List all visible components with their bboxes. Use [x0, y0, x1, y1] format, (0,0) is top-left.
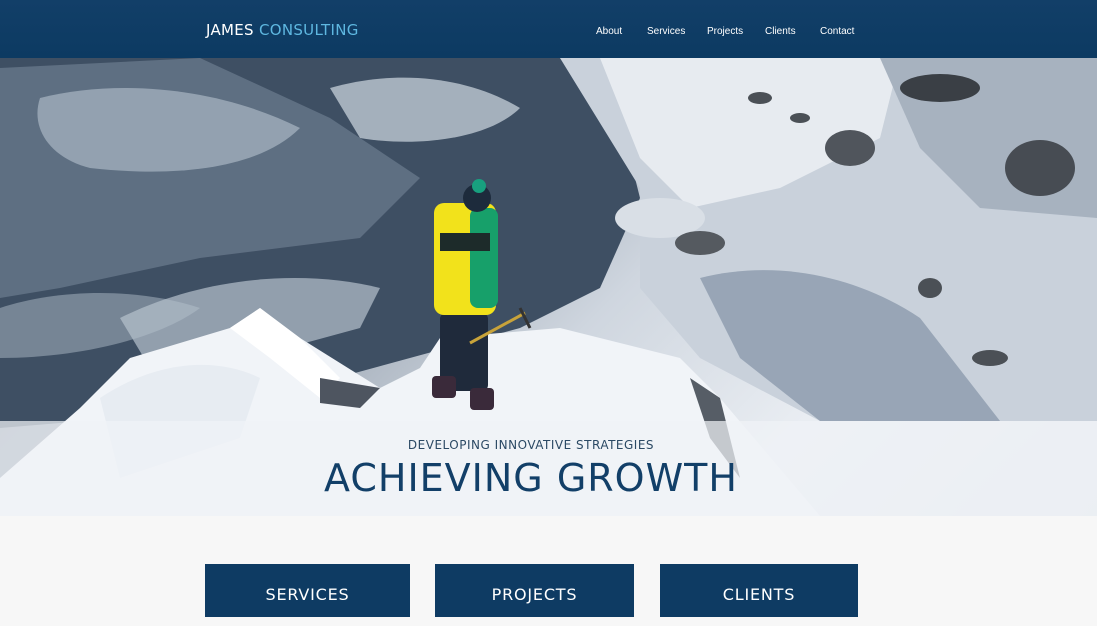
nav-projects[interactable]: Projects — [707, 26, 743, 37]
hero-section: DEVELOPING INNOVATIVE STRATEGIES ACHIEVI… — [0, 58, 1097, 516]
nav-about[interactable]: About — [596, 26, 622, 37]
services-card[interactable]: SERVICES — [205, 564, 410, 617]
clients-card[interactable]: CLIENTS — [660, 564, 858, 617]
hero-subtitle: DEVELOPING INNOVATIVE STRATEGIES — [407, 438, 655, 452]
projects-card[interactable]: PROJECTS — [435, 564, 634, 617]
nav-contact[interactable]: Contact — [820, 26, 854, 37]
main-nav: About Services Projects Clients Contact — [0, 26, 1097, 40]
nav-clients[interactable]: Clients — [765, 26, 796, 37]
site-header: JAMES CONSULTING About Services Projects… — [0, 0, 1097, 58]
hero-banner: DEVELOPING INNOVATIVE STRATEGIES ACHIEVI… — [0, 421, 1097, 516]
nav-services[interactable]: Services — [647, 26, 685, 37]
feature-cards: SERVICES PROJECTS CLIENTS — [0, 564, 1097, 617]
hero-title: ACHIEVING GROWTH — [324, 456, 738, 500]
